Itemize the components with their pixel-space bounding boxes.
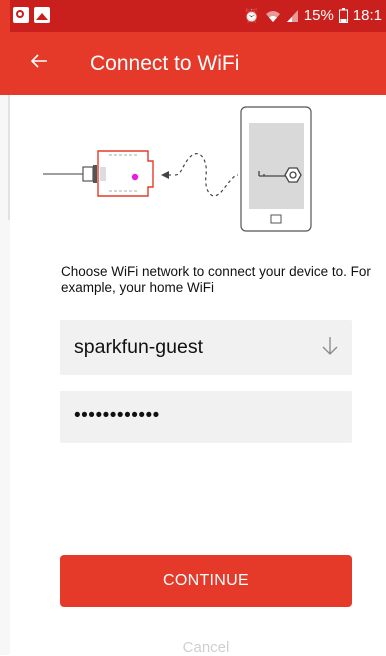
dashed-wire bbox=[174, 153, 239, 197]
battery-icon bbox=[338, 8, 348, 23]
device-board-icon bbox=[97, 150, 154, 197]
back-button[interactable] bbox=[30, 48, 48, 76]
continue-button[interactable]: CONTINUE bbox=[60, 555, 352, 607]
toolbar: Connect to WiFi bbox=[10, 32, 386, 95]
app-p-icon bbox=[13, 7, 29, 23]
arrow-left-icon bbox=[161, 171, 173, 179]
wifi-network-select[interactable]: sparkfun-guest bbox=[60, 320, 352, 375]
phone-icon bbox=[240, 106, 312, 232]
cancel-button[interactable]: Cancel bbox=[60, 639, 352, 656]
status-bar: ⏰ 15% 18:1 bbox=[10, 0, 386, 32]
system-icons: ⏰ 15% 18:1 bbox=[244, 7, 382, 24]
connection-illustration bbox=[43, 106, 312, 232]
alarm-icon: ⏰ bbox=[243, 7, 260, 23]
background-app-strip bbox=[0, 0, 10, 655]
app-screen: ⏰ 15% 18:1 Connect to WiFi Choose WiFi n… bbox=[10, 0, 386, 656]
clock: 18:1 bbox=[352, 7, 382, 24]
wifi-icon bbox=[265, 10, 280, 22]
ssid-value: sparkfun-guest bbox=[74, 336, 203, 358]
battery-percent: 15% bbox=[303, 7, 334, 24]
background-app-header bbox=[0, 0, 10, 95]
page-title: Connect to WiFi bbox=[90, 52, 240, 75]
arrow-down-icon[interactable] bbox=[320, 334, 340, 358]
password-value: •••••••••••• bbox=[74, 405, 160, 426]
usb-connector-icon bbox=[82, 165, 97, 183]
image-icon bbox=[34, 7, 50, 23]
wifi-prompt-text: Choose WiFi network to connect your devi… bbox=[61, 264, 371, 295]
notification-icons bbox=[13, 7, 50, 23]
arrow-left-icon bbox=[30, 54, 47, 68]
status-led bbox=[131, 173, 139, 181]
password-field[interactable]: •••••••••••• bbox=[60, 391, 352, 443]
signal-icon bbox=[286, 9, 298, 22]
